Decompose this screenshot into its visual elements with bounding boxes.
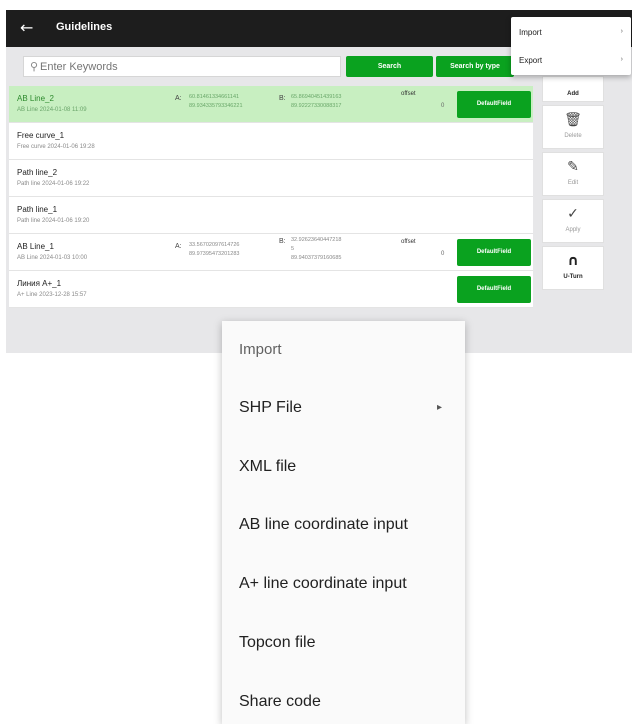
point-a-lat: 33.56702097614726: [189, 242, 240, 248]
point-b-lat: 32.92623640447218: [291, 237, 342, 243]
u-turn-icon: ∩: [567, 253, 579, 269]
search-icon: ⚲: [30, 61, 39, 73]
point-b-lon: 89.92227330088317: [291, 103, 342, 109]
point-b-lat: 65.86940451439163: [291, 94, 342, 100]
menu-item-a-plus-line-input[interactable]: A+ line coordinate input: [239, 575, 454, 593]
menu-item-label: SHP File: [239, 399, 302, 416]
menu-item-share-code[interactable]: Share code: [239, 693, 454, 711]
apply-button[interactable]: ✓ Apply: [542, 199, 604, 243]
guideline-row[interactable]: Free curve_1 Free curve 2024-01-06 19:28: [9, 123, 533, 160]
guideline-subtitle: Path line 2024-01-06 19:20: [17, 218, 90, 224]
guideline-subtitle: AB Line 2024-01-03 10:00: [17, 255, 88, 261]
import-menu-header: Import: [239, 341, 282, 358]
point-b-lon: 89.94037379160685: [291, 255, 342, 261]
guideline-subtitle: A+ Line 2023-12-28 15:57: [17, 292, 87, 298]
offset-label: offset: [401, 239, 416, 245]
guideline-name: Линия A+_1: [17, 279, 62, 288]
import-export-menu: Import › Export ›: [511, 17, 631, 75]
guideline-name: Path line_2: [17, 168, 58, 177]
guideline-row[interactable]: Path line_2 Path line 2024-01-06 19:22: [9, 160, 533, 197]
search-box: ⚲: [23, 56, 341, 77]
point-a-lat: 60.81461334661141: [189, 94, 240, 100]
menu-item-label: Export: [519, 56, 543, 65]
page-title: Guidelines: [56, 21, 113, 33]
u-turn-button[interactable]: ∩ U-Turn: [542, 246, 604, 290]
guideline-name: AB Line_1: [17, 242, 54, 251]
point-a-lon: 89.934335793346221: [189, 103, 243, 109]
search-by-type-button[interactable]: Search by type: [436, 56, 514, 77]
offset-value: 0: [441, 251, 445, 257]
search-input[interactable]: [40, 58, 335, 75]
point-a-label: A:: [175, 243, 182, 250]
add-button[interactable]: Add: [542, 76, 604, 102]
default-field-button[interactable]: DefaultField: [457, 91, 531, 118]
edit-label: Edit: [567, 180, 579, 186]
apply-label: Apply: [565, 227, 581, 233]
menu-item-import[interactable]: Import ›: [519, 28, 623, 37]
delete-button[interactable]: 🗑 Delete: [542, 105, 604, 149]
menu-item-export[interactable]: Export ›: [519, 56, 623, 65]
chevron-right-icon: ›: [620, 56, 623, 63]
guideline-row[interactable]: Линия A+_1 A+ Line 2023-12-28 15:57 Defa…: [9, 271, 533, 308]
point-b-label: B:: [279, 238, 286, 245]
back-arrow-icon[interactable]: ←: [20, 19, 33, 37]
default-field-button[interactable]: DefaultField: [457, 239, 531, 266]
menu-item-topcon-file[interactable]: Topcon file: [239, 634, 454, 652]
menu-item-shp-file[interactable]: SHP File ▸: [239, 399, 454, 417]
point-b-label: B:: [279, 95, 286, 102]
add-label: Add: [567, 91, 579, 97]
guideline-subtitle: Path line 2024-01-06 19:22: [17, 181, 90, 187]
guideline-name: Path line_1: [17, 205, 58, 214]
menu-item-ab-line-input[interactable]: AB line coordinate input: [239, 516, 454, 534]
chevron-right-icon: ›: [620, 28, 623, 35]
edit-button[interactable]: ✎ Edit: [542, 152, 604, 196]
guideline-row[interactable]: Path line_1 Path line 2024-01-06 19:20: [9, 197, 533, 234]
point-a-label: A:: [175, 95, 182, 102]
point-a-lon: 89.97395473201283: [189, 251, 240, 257]
tool-panel: Add 🗑 Delete ✎ Edit ✓ Apply ∩ U-Turn: [542, 76, 604, 293]
offset-value: 0: [441, 103, 445, 109]
guideline-row[interactable]: AB Line_1 AB Line 2024-01-03 10:00 A: 33…: [9, 234, 533, 271]
search-button[interactable]: Search: [346, 56, 433, 77]
guideline-list: AB Line_2 AB Line 2024-01-08 11:09 A: 60…: [9, 86, 533, 308]
edit-icon: ✎: [567, 159, 579, 175]
guideline-row[interactable]: AB Line_2 AB Line 2024-01-08 11:09 A: 60…: [9, 86, 533, 123]
menu-item-label: Import: [519, 28, 542, 37]
caret-right-icon: ▸: [436, 402, 442, 413]
u-turn-label: U-Turn: [563, 274, 583, 280]
offset-label: offset: [401, 91, 416, 97]
guideline-subtitle: AB Line 2024-01-08 11:09: [17, 107, 87, 113]
guideline-name: AB Line_2: [17, 94, 54, 103]
delete-label: Delete: [564, 133, 582, 139]
check-icon: ✓: [567, 206, 579, 222]
import-submenu: Import SHP File ▸ XML file AB line coord…: [222, 321, 465, 724]
default-field-button[interactable]: DefaultField: [457, 276, 531, 303]
point-b-lat-cont: 5: [291, 246, 295, 252]
menu-item-xml-file[interactable]: XML file: [239, 458, 454, 476]
trash-icon: 🗑: [564, 112, 582, 128]
guideline-subtitle: Free curve 2024-01-06 19:28: [17, 144, 95, 150]
guideline-name: Free curve_1: [17, 131, 65, 140]
